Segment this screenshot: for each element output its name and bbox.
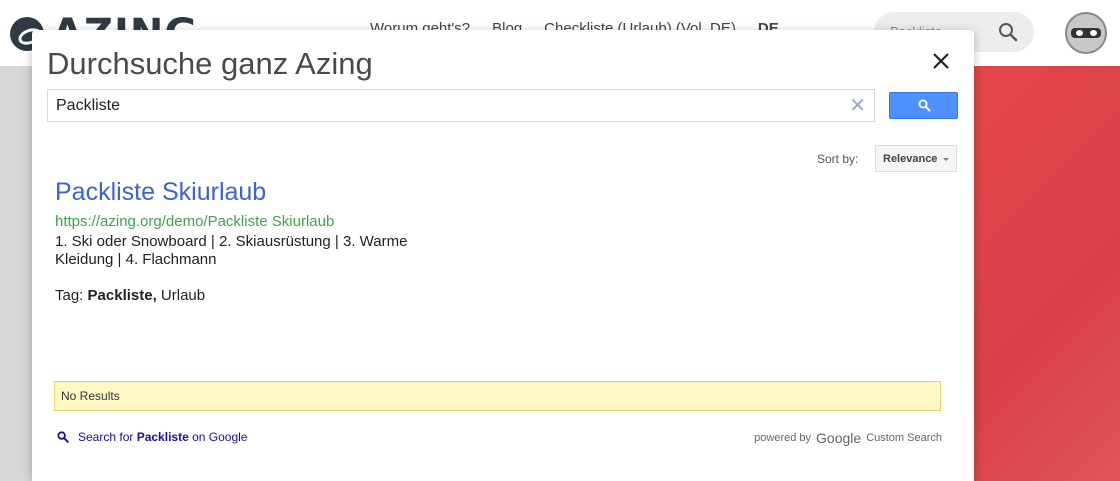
avatar-eye-icon <box>1090 30 1097 36</box>
google-link-prefix: Search for <box>78 430 134 444</box>
search-icon[interactable] <box>998 22 1018 47</box>
sort-label: Sort by: <box>817 152 859 166</box>
search-input[interactable] <box>56 96 836 116</box>
result-snippet: 1. Ski oder Snowboard | 2. Skiausrüstung… <box>55 233 408 268</box>
google-link-suffix: on Google <box>192 430 248 444</box>
sort-value: Relevance <box>883 153 938 165</box>
search-modal: Durchsuche ganz Azing ✕ Sort by: Relevan… <box>32 30 974 481</box>
search-icon <box>57 431 69 443</box>
tag-rest: Urlaub <box>160 287 206 304</box>
google-link-term: Packliste <box>136 430 189 444</box>
search-icon <box>918 99 931 112</box>
close-icon[interactable] <box>930 50 952 72</box>
tag-prefix: Tag: <box>55 287 84 304</box>
avatar[interactable] <box>1065 12 1107 54</box>
search-box: ✕ <box>47 89 875 122</box>
avatar-eye-icon <box>1076 30 1083 36</box>
chevron-down-icon <box>943 158 949 161</box>
tag-match: Packliste, <box>87 287 157 304</box>
google-logo: Google <box>816 430 862 446</box>
powered-by-google: powered by Google Custom Search <box>754 430 942 446</box>
search-on-google-link[interactable]: Search for Packliste on Google <box>57 430 247 444</box>
no-results-banner: No Results <box>54 381 941 411</box>
search-button[interactable] <box>889 92 958 119</box>
modal-title: Durchsuche ganz Azing <box>47 46 373 81</box>
clear-icon[interactable]: ✕ <box>849 96 866 116</box>
result-tags: Tag: Packliste, Urlaub <box>55 287 205 304</box>
page-backdrop-left <box>0 66 32 481</box>
custom-search-label: Custom Search <box>866 432 942 444</box>
result-url: https://azing.org/demo/Packliste Skiurla… <box>55 213 335 230</box>
powered-by-label: powered by <box>754 432 812 444</box>
sort-dropdown[interactable]: Relevance <box>875 145 957 172</box>
result-title-link[interactable]: Packliste Skiurlaub <box>55 178 266 207</box>
page-backdrop-red <box>974 66 1120 481</box>
